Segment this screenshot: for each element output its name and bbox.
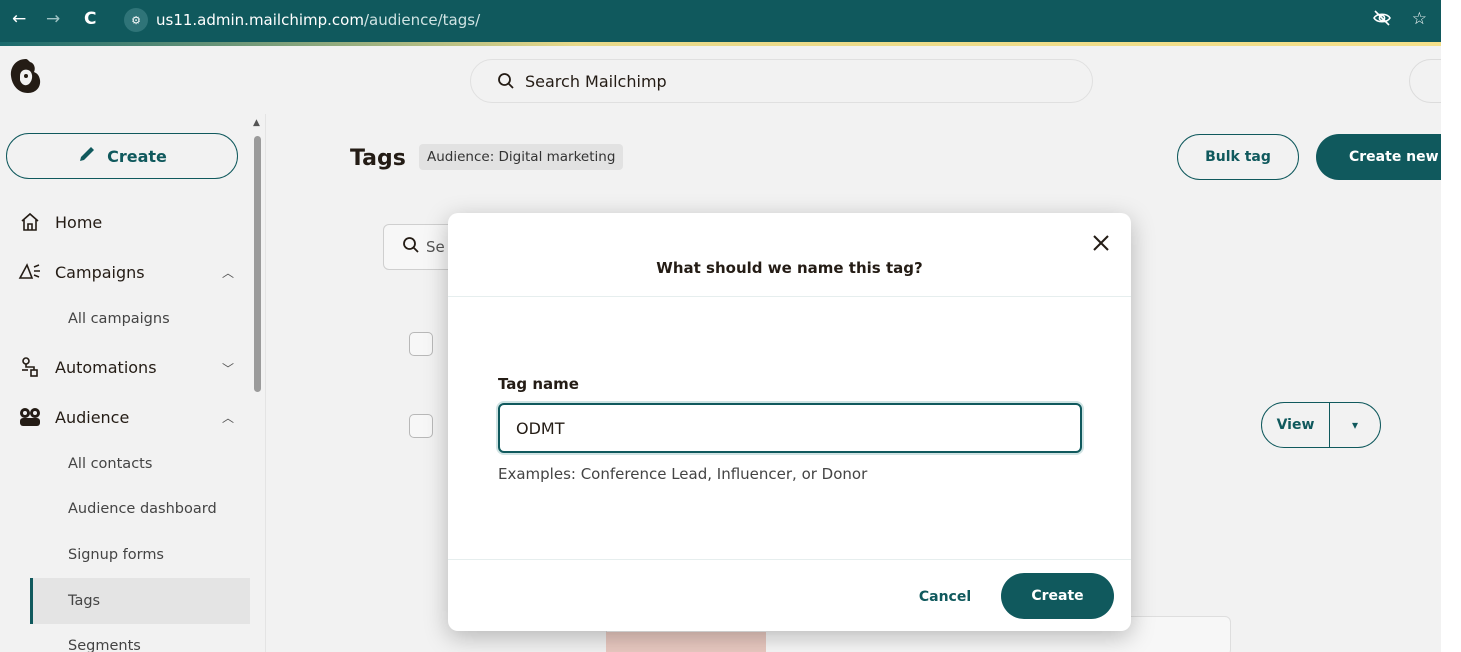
- name-tag-dialog: What should we name this tag? Tag name E…: [448, 213, 1131, 631]
- mailchimp-logo-icon[interactable]: [6, 56, 46, 98]
- scroll-thumb[interactable]: [254, 136, 261, 392]
- sidebar-item-tags[interactable]: Tags: [68, 593, 100, 609]
- global-search-input[interactable]: Search Mailchimp: [470, 59, 1093, 103]
- search-placeholder: Search Mailchimp: [525, 71, 667, 91]
- view-button-group: View ▾: [1261, 402, 1381, 448]
- page-title: Tags: [350, 146, 406, 171]
- create-new-tag-button[interactable]: Create new ta: [1316, 134, 1456, 180]
- background-image: [606, 632, 766, 652]
- cancel-button[interactable]: Cancel: [900, 587, 990, 607]
- address-bar[interactable]: ⚙ us11.admin.mailchimp.com/audience/tags…: [124, 6, 480, 34]
- sidebar-item-label: Home: [55, 212, 103, 232]
- sidebar-item-home[interactable]: Home: [18, 210, 102, 234]
- bookmark-star-icon[interactable]: ☆: [1412, 9, 1427, 32]
- reload-icon[interactable]: C: [84, 9, 96, 29]
- site-settings-icon[interactable]: ⚙: [124, 8, 148, 32]
- view-button[interactable]: View: [1262, 403, 1330, 447]
- sidebar: Create ▲ Home Campaigns ︿ All campaigns …: [0, 114, 266, 652]
- create-label: Create: [107, 146, 167, 166]
- sidebar-item-audience-dashboard[interactable]: Audience dashboard: [68, 501, 217, 517]
- sidebar-item-audience[interactable]: Audience: [18, 405, 129, 429]
- page-edge: [1441, 0, 1461, 652]
- megaphone-icon: [18, 260, 42, 284]
- dialog-title: What should we name this tag?: [656, 259, 923, 277]
- browser-toolbar: ← → C ⚙ us11.admin.mailchimp.com/audienc…: [0, 0, 1441, 42]
- search-icon: [402, 236, 420, 258]
- tag-name-label: Tag name: [498, 375, 579, 393]
- select-all-checkbox[interactable]: [409, 332, 433, 356]
- sidebar-item-segments[interactable]: Segments: [68, 638, 141, 652]
- sidebar-item-all-campaigns[interactable]: All campaigns: [68, 311, 170, 327]
- back-arrow-icon[interactable]: ←: [12, 9, 26, 29]
- url-path: /audience/tags/: [363, 11, 481, 29]
- app-header: Search Mailchimp: [0, 46, 1461, 114]
- sidebar-item-signup-forms[interactable]: Signup forms: [68, 547, 164, 563]
- bulk-tag-button[interactable]: Bulk tag: [1177, 134, 1299, 180]
- home-icon: [18, 210, 42, 234]
- sidebar-scrollbar[interactable]: ▲: [253, 118, 263, 648]
- sidebar-item-automations[interactable]: Automations: [18, 355, 157, 379]
- chevron-up-icon[interactable]: ︿: [222, 409, 234, 426]
- active-indicator: [30, 578, 250, 624]
- sidebar-item-label: Campaigns: [55, 262, 145, 282]
- row-checkbox[interactable]: [409, 414, 433, 438]
- create-tag-button[interactable]: Create: [1001, 573, 1114, 619]
- tag-name-help: Examples: Conference Lead, Influencer, o…: [498, 465, 868, 483]
- sidebar-item-label: Audience: [55, 407, 130, 427]
- tag-name-input[interactable]: [498, 403, 1082, 453]
- close-icon[interactable]: [1089, 231, 1113, 255]
- audience-icon: [18, 405, 42, 429]
- audience-badge[interactable]: Audience: Digital marketing: [419, 144, 624, 170]
- sidebar-create-button[interactable]: Create: [6, 133, 238, 179]
- forward-arrow-icon[interactable]: →: [46, 9, 60, 29]
- create-new-tag-label: Create new ta: [1349, 149, 1456, 165]
- sidebar-item-all-contacts[interactable]: All contacts: [68, 456, 152, 472]
- url-host: us11.admin.mailchimp.com: [156, 11, 364, 29]
- sidebar-item-campaigns[interactable]: Campaigns: [18, 260, 145, 284]
- tag-search-placeholder: Se: [426, 238, 445, 256]
- pencil-icon: [77, 144, 97, 168]
- chevron-up-icon[interactable]: ︿: [222, 264, 234, 281]
- dialog-header: [448, 213, 1131, 297]
- eye-off-icon[interactable]: [1372, 9, 1392, 32]
- chevron-down-icon[interactable]: ▾: [1330, 403, 1380, 447]
- chevron-down-icon[interactable]: ﹀: [222, 360, 234, 377]
- search-icon: [497, 72, 515, 90]
- automation-flow-icon: [18, 355, 42, 379]
- sidebar-item-label: Automations: [55, 357, 157, 377]
- scroll-up-icon[interactable]: ▲: [253, 118, 260, 128]
